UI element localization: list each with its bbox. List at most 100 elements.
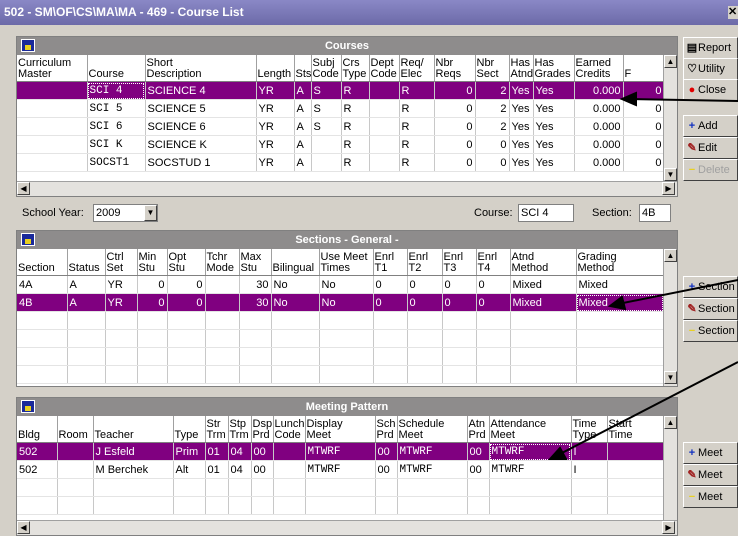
table-cell[interactable]: SCIENCE 6 [145, 117, 257, 136]
table-cell[interactable]: 00 [251, 442, 274, 461]
delete-course-button[interactable]: − Delete [683, 159, 738, 181]
column-header[interactable]: Time Type [571, 416, 608, 443]
table-cell[interactable]: Mixed [510, 275, 577, 294]
table-row[interactable]: 4B A YR 0 0 30 No No 0 0 0 0 Mixed Mixed [17, 293, 665, 312]
table-cell[interactable]: 04 [228, 460, 252, 479]
table-cell[interactable] [369, 81, 400, 100]
table-row[interactable] [17, 329, 665, 348]
table-cell[interactable]: SCI 6 [87, 117, 146, 136]
column-header[interactable]: Sch Prd [375, 416, 398, 443]
table-cell[interactable] [239, 347, 272, 366]
add-section-button[interactable]: + Section [683, 276, 738, 298]
table-cell[interactable]: I [571, 460, 608, 479]
report-button[interactable]: ▤Report [683, 37, 738, 59]
table-cell[interactable]: 4B [17, 293, 68, 312]
table-cell[interactable]: No [319, 293, 374, 312]
table-cell[interactable] [105, 311, 138, 330]
table-cell[interactable]: I [571, 442, 608, 461]
column-header[interactable]: Course [87, 55, 146, 82]
column-header[interactable]: F [623, 55, 665, 82]
table-cell[interactable] [373, 365, 408, 384]
table-cell[interactable]: 00 [467, 442, 490, 461]
table-cell[interactable]: 4A [17, 275, 68, 294]
table-cell[interactable] [576, 311, 665, 330]
table-cell[interactable]: No [271, 293, 320, 312]
table-cell[interactable]: MTWRF [305, 460, 376, 479]
table-cell[interactable] [17, 117, 88, 136]
table-row[interactable] [17, 311, 665, 330]
table-cell[interactable]: 0 [434, 99, 476, 118]
table-row[interactable]: 502 M Berchek Alt 01 04 00 MTWRF 00 MTWRF 00 MTWRF… [17, 460, 665, 479]
table-cell[interactable]: 0 [434, 153, 476, 172]
table-cell[interactable]: Yes [533, 117, 575, 136]
table-cell[interactable]: SCIENCE K [145, 135, 257, 154]
table-cell[interactable] [467, 496, 490, 515]
table-cell[interactable] [273, 496, 306, 515]
table-cell[interactable] [607, 460, 665, 479]
table-cell[interactable]: 0 [442, 275, 477, 294]
column-header[interactable]: Attendance Meet [489, 416, 572, 443]
meeting-vertical-scrollbar[interactable]: ▲ [663, 416, 677, 520]
delete-section-button[interactable]: − Section [683, 320, 738, 342]
table-cell[interactable]: 0.000 [574, 153, 624, 172]
column-header[interactable]: Min Stu [137, 249, 168, 276]
column-header[interactable]: Ctrl Set [105, 249, 138, 276]
table-cell[interactable]: 0 [373, 293, 408, 312]
table-cell[interactable]: MTWRF [489, 442, 572, 461]
edit-meet-button[interactable]: ✎Meet [683, 464, 738, 486]
table-cell[interactable]: 0 [475, 153, 510, 172]
table-cell[interactable] [228, 496, 252, 515]
table-cell[interactable]: R [399, 153, 435, 172]
table-cell[interactable] [607, 442, 665, 461]
table-cell[interactable] [251, 478, 274, 497]
scroll-down-icon[interactable]: ▼ [664, 371, 677, 384]
table-cell[interactable] [205, 329, 240, 348]
table-cell[interactable]: 0 [442, 293, 477, 312]
table-cell[interactable] [17, 99, 88, 118]
table-cell[interactable]: 0.000 [574, 81, 624, 100]
column-header[interactable]: Teacher [93, 416, 174, 443]
scroll-down-icon[interactable]: ▼ [664, 168, 677, 181]
edit-section-button[interactable]: ✎Section [683, 298, 738, 320]
table-cell[interactable] [137, 347, 168, 366]
table-cell[interactable] [239, 365, 272, 384]
section-field[interactable]: 4B [639, 204, 671, 222]
table-cell[interactable] [205, 365, 240, 384]
table-cell[interactable] [17, 153, 88, 172]
delete-meet-button[interactable]: − Meet [683, 486, 738, 508]
table-cell[interactable] [205, 293, 240, 312]
table-cell[interactable]: SCI 4 [87, 81, 146, 100]
table-cell[interactable] [305, 496, 376, 515]
table-row[interactable] [17, 478, 665, 497]
table-cell[interactable] [167, 365, 206, 384]
table-cell[interactable] [489, 496, 572, 515]
table-cell[interactable] [271, 329, 320, 348]
table-cell[interactable]: S [311, 81, 342, 100]
table-cell[interactable]: SCIENCE 4 [145, 81, 257, 100]
table-cell[interactable] [273, 442, 306, 461]
table-cell[interactable] [93, 478, 174, 497]
table-cell[interactable]: 30 [239, 293, 272, 312]
column-header[interactable]: Length [256, 55, 295, 82]
column-header[interactable]: Str Trm [205, 416, 229, 443]
table-row[interactable]: SCI 6 SCIENCE 6 YR A S R R 0 2 Yes Yes 0.000 0 [17, 117, 665, 136]
table-cell[interactable] [57, 496, 94, 515]
table-cell[interactable] [67, 365, 106, 384]
column-header[interactable]: Max Stu [239, 249, 272, 276]
table-cell[interactable]: SCI K [87, 135, 146, 154]
table-cell[interactable]: YR [256, 81, 295, 100]
column-header[interactable]: Room [57, 416, 94, 443]
column-header[interactable]: Tchr Mode [205, 249, 240, 276]
column-header[interactable]: Stp Trm [228, 416, 252, 443]
table-cell[interactable]: M Berchek [93, 460, 174, 479]
column-header[interactable]: Opt Stu [167, 249, 206, 276]
table-cell[interactable] [205, 311, 240, 330]
column-header[interactable]: Schedule Meet [397, 416, 468, 443]
scroll-right-icon[interactable]: ▶ [662, 521, 675, 534]
scroll-right-icon[interactable]: ▶ [662, 182, 675, 195]
chevron-down-icon[interactable]: ▼ [144, 205, 157, 221]
table-cell[interactable]: A [294, 135, 312, 154]
column-header[interactable]: Crs Type [341, 55, 370, 82]
table-cell[interactable]: SOCST1 [87, 153, 146, 172]
table-cell[interactable]: 00 [375, 460, 398, 479]
